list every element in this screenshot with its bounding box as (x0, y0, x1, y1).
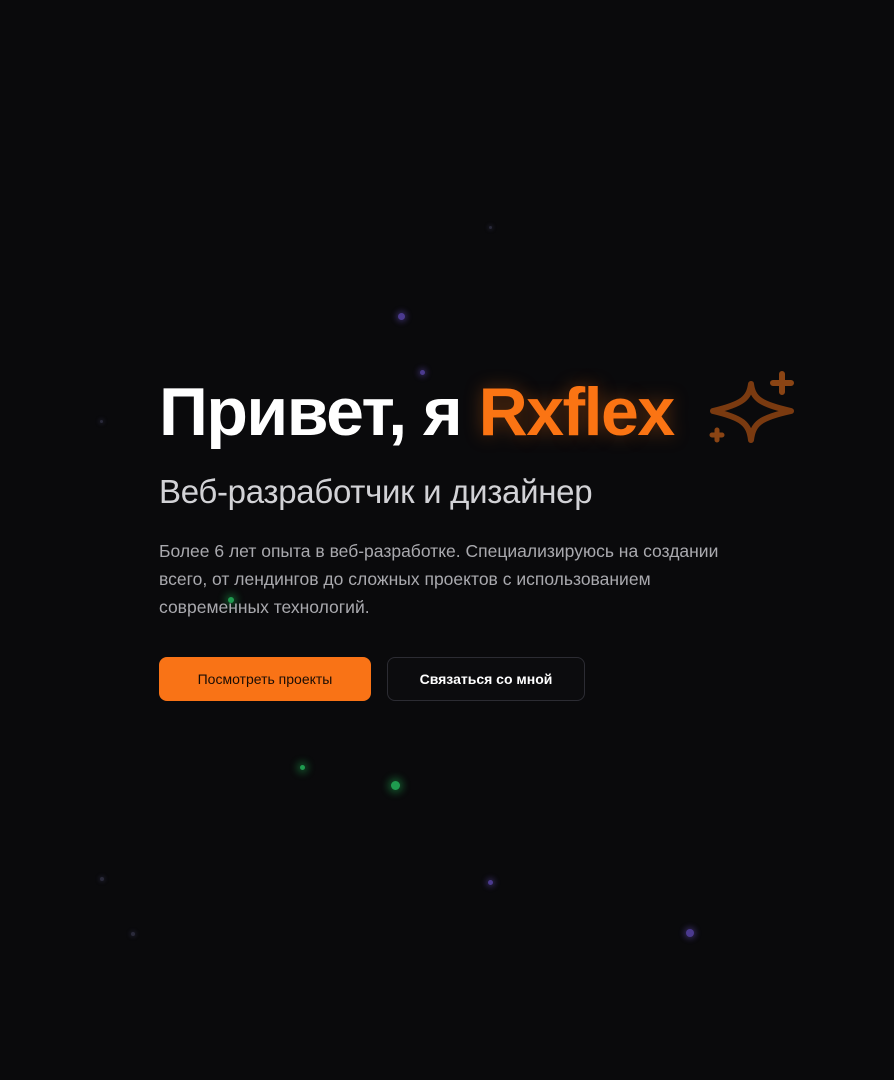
background-particle (391, 781, 400, 790)
background-particle (100, 420, 103, 423)
brand-name: Rxflex (478, 374, 676, 450)
background-particle (131, 932, 135, 936)
background-particle (300, 765, 305, 770)
hero-actions: Посмотреть проекты Связаться со мной (159, 657, 839, 701)
view-projects-button[interactable]: Посмотреть проекты (159, 657, 371, 701)
background-particle (489, 226, 492, 229)
background-particle (488, 880, 493, 885)
background-particle (686, 929, 694, 937)
page: Привет, я Rxflex Веб-разработчик и дизай… (0, 0, 894, 1080)
hero-headline: Привет, я Rxflex (159, 371, 839, 452)
background-particle (398, 313, 405, 320)
background-particle (100, 877, 104, 881)
sparkle-icon (709, 371, 794, 443)
hero-description: Более 6 лет опыта в веб-разработке. Спец… (159, 541, 719, 617)
greeting-text: Привет, я (159, 374, 479, 450)
hero-subtitle: Веб-разработчик и дизайнер (159, 473, 593, 510)
hero-section: Привет, я Rxflex Веб-разработчик и дизай… (159, 371, 839, 701)
contact-me-button[interactable]: Связаться со мной (387, 657, 585, 701)
